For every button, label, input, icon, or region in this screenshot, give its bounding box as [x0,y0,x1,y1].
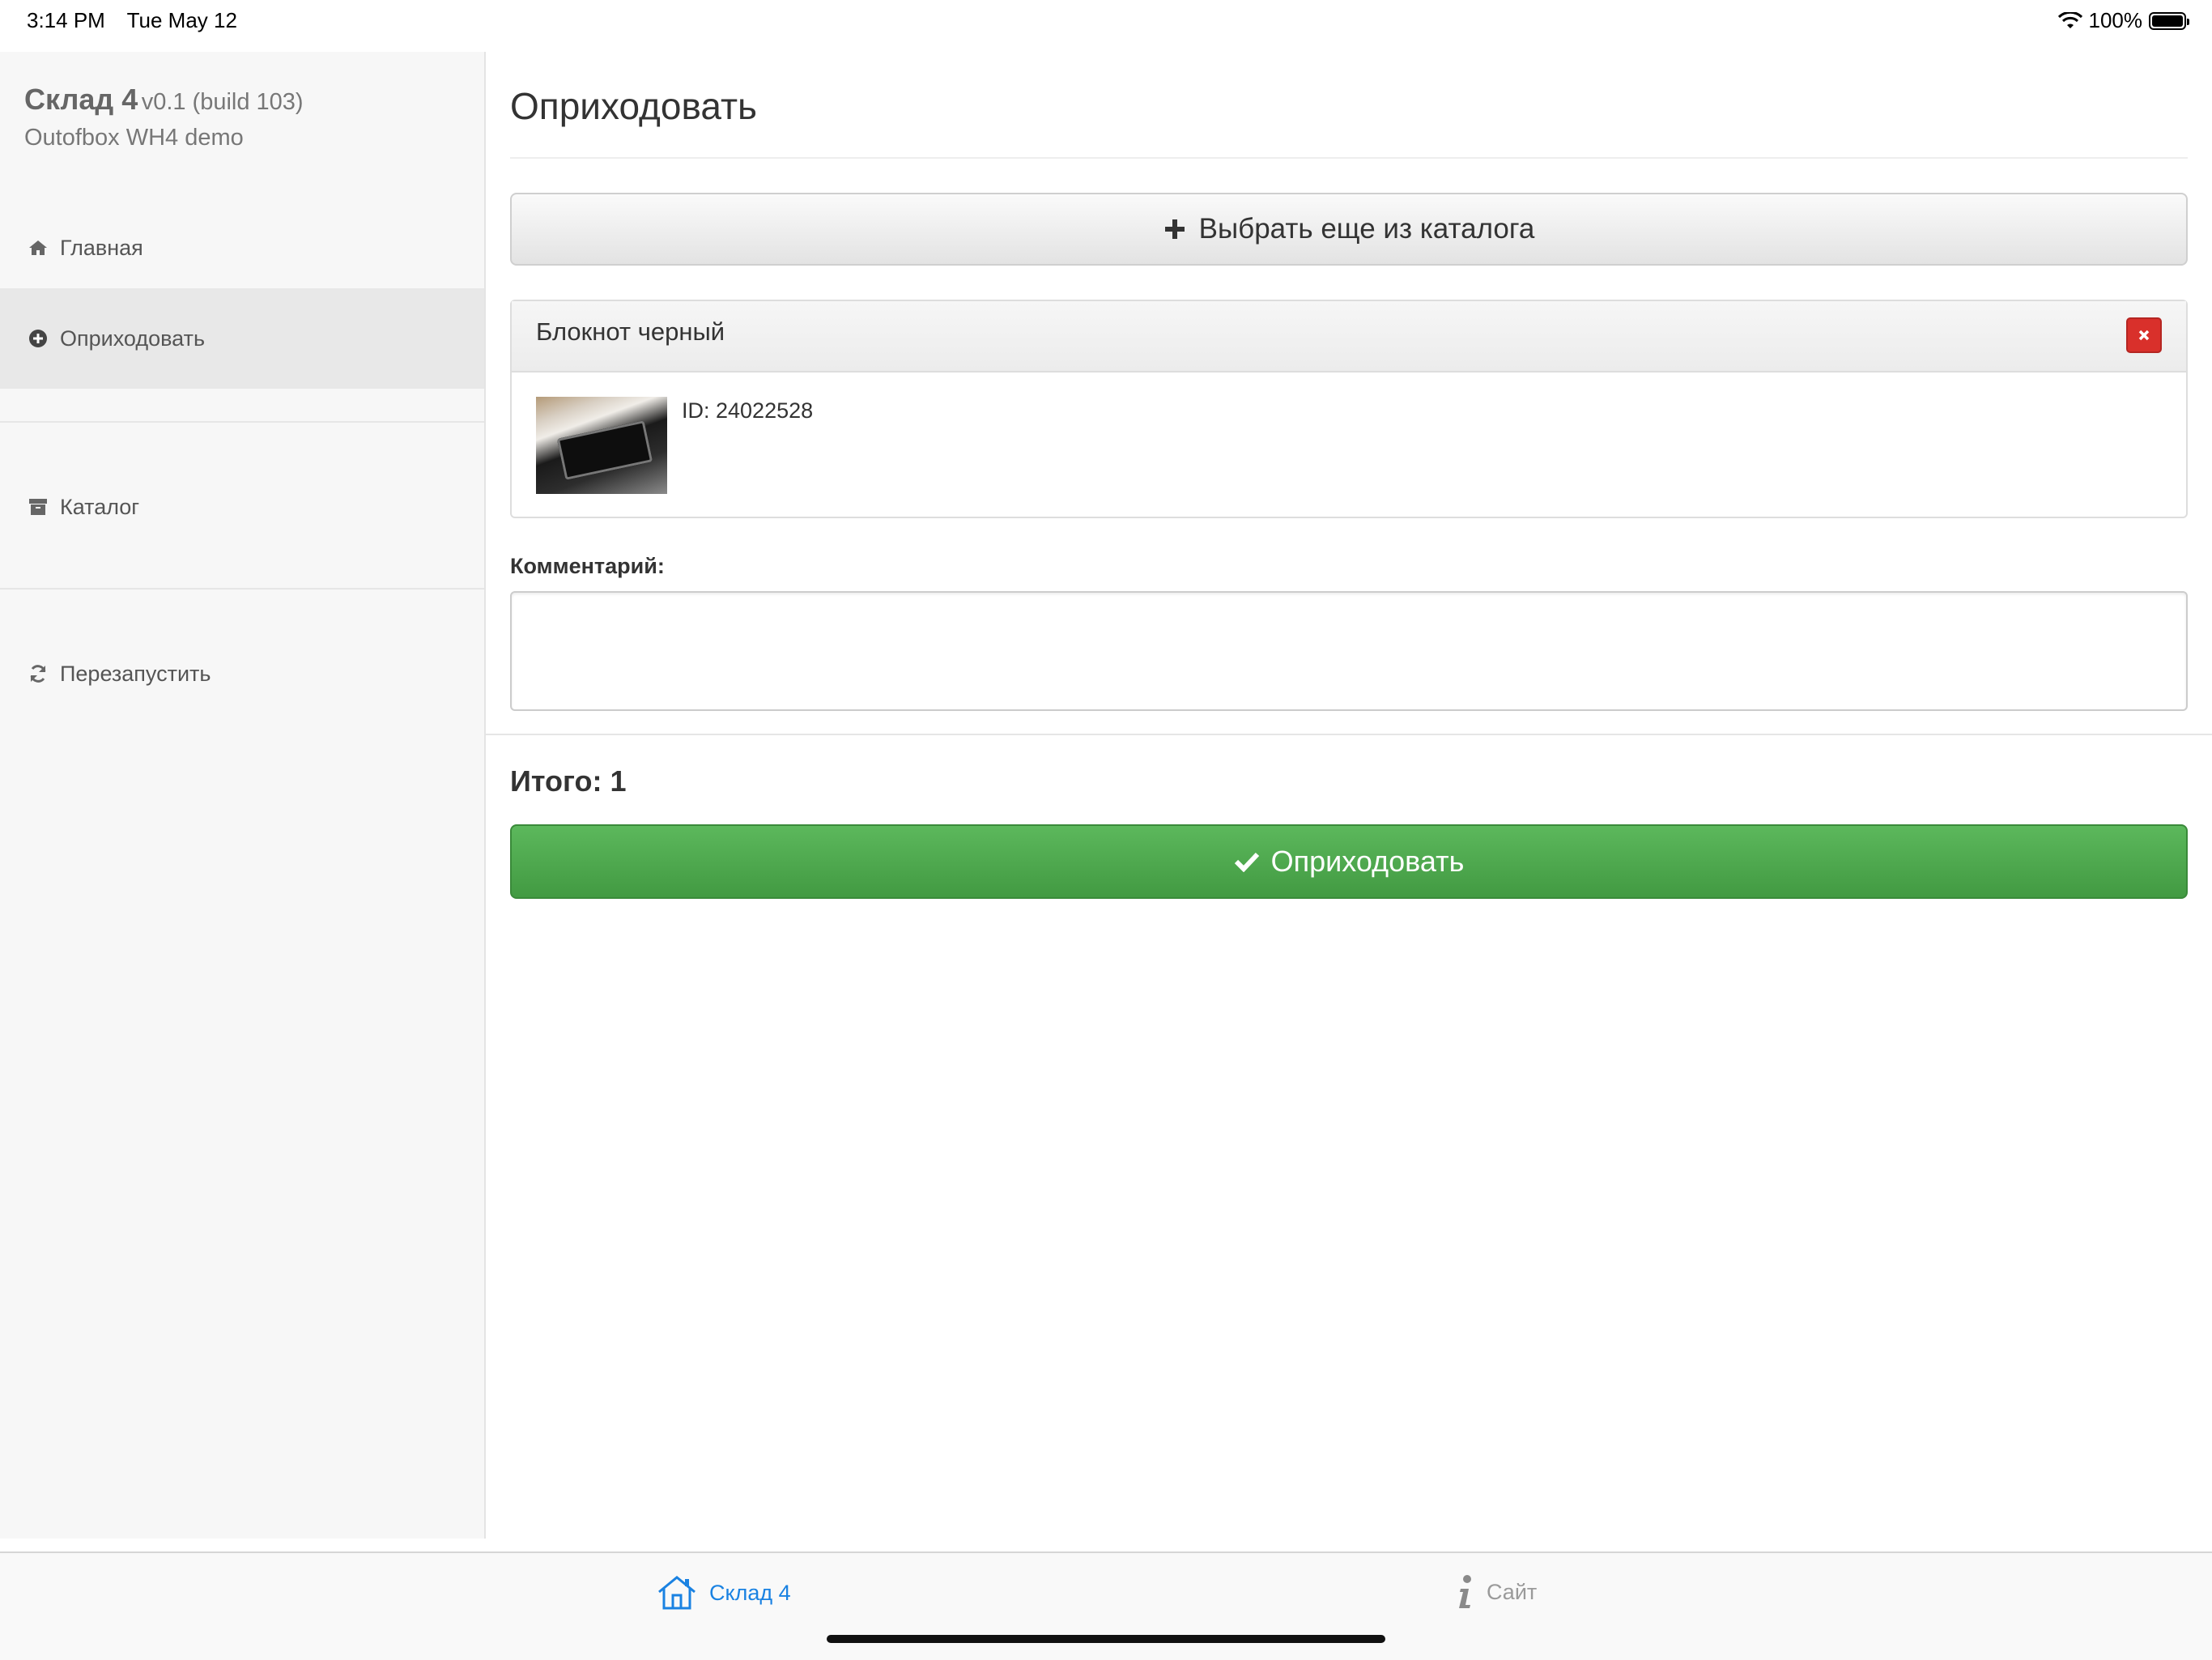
home-indicator[interactable] [827,1635,1385,1643]
item-name: Блокнот черный [536,317,725,346]
plus-circle-icon [28,328,49,349]
status-left: 3:14 PM Tue May 12 [27,8,253,33]
comment-input[interactable] [510,591,2188,711]
status-time: 3:14 PM [27,8,105,32]
status-date: Tue May 12 [126,8,237,32]
tab-site[interactable]: Сайт [1456,1574,1537,1610]
sidebar-divider [0,421,484,423]
tab-warehouse[interactable]: Склад 4 [656,1574,791,1611]
brand: Склад 4 v0.1 (build 103) Outofbox WH4 de… [24,83,304,151]
select-from-catalog-label: Выбрать еще из каталога [1198,213,1535,245]
sidebar-item-home[interactable]: Главная [0,222,484,274]
submit-receive-label: Оприходовать [1270,845,1465,878]
house-icon [656,1574,698,1611]
comment-label: Комментарий: [510,554,665,578]
remove-item-button[interactable] [2126,317,2162,353]
sidebar-item-receive[interactable]: Оприходовать [0,288,484,389]
submit-receive-button[interactable]: Оприходовать [510,824,2188,899]
status-bar: 3:14 PM Tue May 12 100% [0,0,2212,52]
total-label: Итого: 1 [510,764,627,798]
tab-bar: Склад 4 Сайт [0,1551,2212,1660]
archive-icon [28,496,49,517]
item-thumbnail [536,397,667,494]
brand-title: Склад 4 [24,83,138,116]
sidebar: Склад 4 v0.1 (build 103) Outofbox WH4 de… [0,52,486,1539]
battery-icon [2149,11,2189,30]
section-divider [486,734,2212,735]
sidebar-item-label: Оприходовать [60,326,206,351]
brand-version: v0.1 (build 103) [141,89,304,115]
tab-label: Сайт [1487,1579,1538,1604]
home-icon [28,237,49,258]
sidebar-item-label: Каталог [60,494,140,519]
battery-percent: 100% [2088,8,2143,32]
select-from-catalog-button[interactable]: Выбрать еще из каталога [510,193,2188,266]
sidebar-item-label: Главная [60,235,143,260]
sidebar-divider [0,588,484,590]
refresh-icon [28,663,49,684]
brand-subtitle: Outofbox WH4 demo [24,125,244,151]
close-icon [2138,330,2150,341]
sidebar-item-label: Перезапустить [60,661,211,686]
item-panel-header: Блокнот черный [512,301,2186,372]
status-right: 100% [2057,8,2189,33]
sidebar-item-restart[interactable]: Перезапустить [0,648,484,700]
title-divider [510,157,2188,159]
item-panel: Блокнот черный ID: 24022528 [510,300,2188,518]
sidebar-item-catalog[interactable]: Каталог [0,481,484,533]
wifi-icon [2057,11,2082,28]
page-title: Оприходовать [510,85,757,127]
tab-label: Склад 4 [709,1580,791,1605]
item-id: ID: 24022528 [682,398,814,423]
check-icon [1234,851,1260,872]
info-icon [1456,1574,1475,1610]
plus-icon [1163,211,1186,247]
